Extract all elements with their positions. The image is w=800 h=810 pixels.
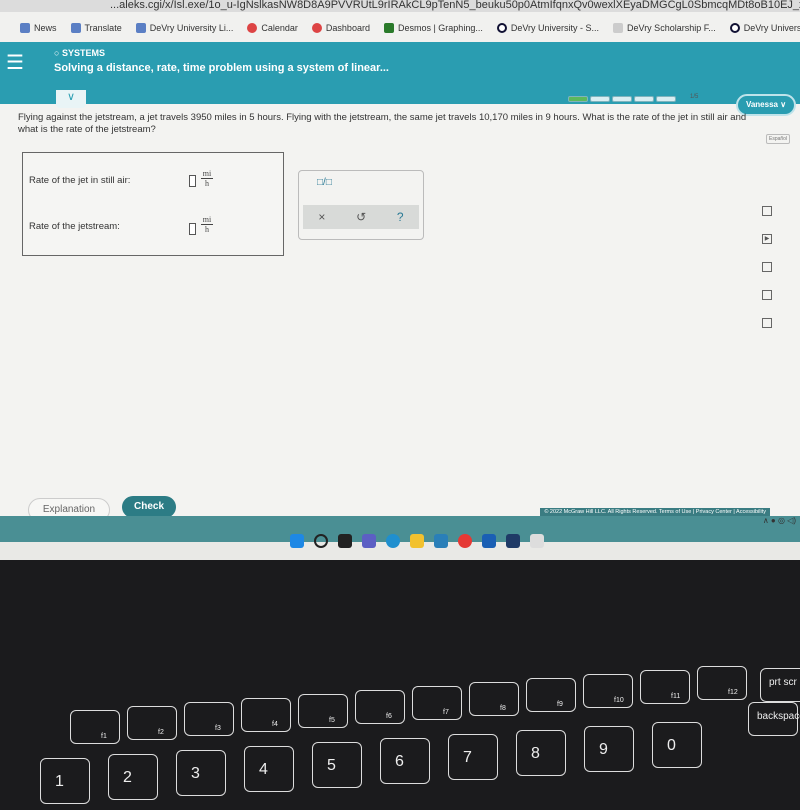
aleks-header: ☰ ○ SYSTEMS Solving a distance, rate, ti… — [0, 42, 800, 104]
devry-icon — [135, 23, 146, 33]
bookmarks-bar: News Translate DeVry University Li... Ca… — [0, 12, 800, 44]
calculator-icon[interactable] — [762, 262, 772, 272]
progress-bar — [568, 96, 676, 102]
key-0[interactable]: 0 — [652, 722, 702, 768]
circle-icon — [496, 23, 507, 33]
teams-icon[interactable] — [362, 534, 376, 548]
bookmark-desmos[interactable]: Desmos | Graphing... — [383, 23, 483, 33]
key-f11[interactable]: f11 — [640, 670, 690, 704]
edge-icon[interactable] — [386, 534, 400, 548]
topic-label: ○ SYSTEMS — [54, 48, 105, 58]
bookmark-dashboard[interactable]: Dashboard — [311, 23, 370, 33]
unit-fraction: mi h — [201, 215, 213, 234]
page-title: Solving a distance, rate, time problem u… — [54, 62, 389, 74]
laptop-keyboard: f1 f2 f3 f4 f5 f6 f7 f8 f9 f10 f11 f12 1 2 3 4 5 6 7 8 9 0 bac… — [0, 640, 800, 810]
check-button[interactable]: Check — [122, 496, 176, 518]
search-icon[interactable] — [314, 534, 328, 548]
bookmark-devry-3[interactable]: DeVry University - S... — [729, 23, 800, 33]
key-backspace[interactable]: backspace — [748, 702, 800, 736]
answer-label-jetstream: Rate of the jetstream: — [29, 221, 120, 232]
answer-label-still-air: Rate of the jet in still air: — [29, 175, 131, 186]
desmos-icon — [383, 23, 394, 33]
key-f10[interactable]: f10 — [583, 674, 633, 708]
key-f1[interactable]: f1 — [70, 710, 120, 744]
windows-taskbar — [240, 526, 600, 556]
mail-icon[interactable] — [434, 534, 448, 548]
translate-icon — [70, 23, 81, 33]
menu-icon[interactable]: ☰ — [6, 50, 24, 75]
key-f5[interactable]: f5 — [298, 694, 348, 728]
key-f2[interactable]: f2 — [127, 706, 177, 740]
key-6[interactable]: 6 — [380, 738, 430, 784]
key-f7[interactable]: f7 — [412, 686, 462, 720]
key-f8[interactable]: f8 — [469, 682, 519, 716]
math-keypad: □/□ × ↺ ? — [298, 170, 424, 240]
key-f6[interactable]: f6 — [355, 690, 405, 724]
key-4[interactable]: 4 — [244, 746, 294, 792]
unit-fraction: mi h — [201, 169, 213, 188]
bookmark-calendar[interactable]: Calendar — [247, 23, 298, 33]
copyright-links[interactable]: © 2022 McGraw Hill LLC. All Rights Reser… — [540, 508, 770, 516]
chevron-down-icon[interactable]: ∨ — [56, 90, 86, 108]
jetstream-rate-input[interactable] — [189, 223, 196, 235]
question-area: ∨ 1/5 Vanessa ∨ Flying against the jetst… — [0, 90, 800, 490]
page-icon — [613, 23, 624, 33]
key-3[interactable]: 3 — [176, 750, 226, 796]
key-f12[interactable]: f12 — [697, 666, 747, 700]
bookmark-translate[interactable]: Translate — [70, 23, 122, 33]
trash-icon[interactable] — [762, 206, 772, 216]
key-7[interactable]: 7 — [448, 734, 498, 780]
calendar-icon — [247, 23, 258, 33]
key-2[interactable]: 2 — [108, 754, 158, 800]
system-tray[interactable]: ∧ ● ◎ ◁) — [763, 516, 796, 525]
bookmark-devry[interactable]: DeVry University Li... — [135, 23, 233, 33]
bookmark-scholarship[interactable]: DeVry Scholarship F... — [613, 23, 716, 33]
espanol-button[interactable]: Español — [766, 134, 791, 144]
bookmark-news[interactable]: News — [20, 23, 57, 33]
chrome-icon[interactable] — [458, 534, 472, 548]
key-8[interactable]: 8 — [516, 730, 566, 776]
app-icon[interactable] — [506, 534, 520, 548]
key-f3[interactable]: f3 — [184, 702, 234, 736]
word-icon[interactable] — [482, 534, 496, 548]
undo-button[interactable]: ↺ — [356, 210, 366, 224]
clear-button[interactable]: × — [318, 210, 325, 224]
circle-icon — [729, 23, 740, 33]
key-f4[interactable]: f4 — [241, 698, 291, 732]
key-prtscr[interactable]: prt scr — [760, 668, 800, 702]
windows-start-icon[interactable] — [290, 534, 304, 548]
dashboard-icon — [311, 23, 322, 33]
progress-count: 1/5 — [690, 94, 699, 100]
pin-icon[interactable] — [530, 534, 544, 548]
key-1[interactable]: 1 — [40, 758, 90, 804]
key-f9[interactable]: f9 — [526, 678, 576, 712]
question-text: Flying against the jetstream, a jet trav… — [18, 112, 747, 135]
bookmark-devry-2[interactable]: DeVry University - S... — [496, 23, 599, 33]
side-toolbar: ▶ — [762, 206, 772, 328]
video-icon[interactable]: ▶ — [762, 234, 772, 244]
still-air-rate-input[interactable] — [189, 175, 196, 187]
answer-box: Rate of the jet in still air: mi h Rate o… — [22, 152, 284, 256]
fraction-button[interactable]: □/□ — [317, 177, 332, 188]
laptop-screen: ...aleks.cgi/x/Isl.exe/1o_u-IgNslkasNW8D… — [0, 0, 800, 560]
file-explorer-icon[interactable] — [410, 534, 424, 548]
task-view-icon[interactable] — [338, 534, 352, 548]
address-bar[interactable]: ...aleks.cgi/x/Isl.exe/1o_u-IgNslkasNW8D… — [0, 0, 800, 12]
key-9[interactable]: 9 — [584, 726, 634, 772]
book-icon[interactable] — [762, 290, 772, 300]
news-icon — [20, 23, 30, 33]
mail-icon[interactable] — [762, 318, 772, 328]
help-button[interactable]: ? — [397, 210, 404, 224]
key-5[interactable]: 5 — [312, 742, 362, 788]
